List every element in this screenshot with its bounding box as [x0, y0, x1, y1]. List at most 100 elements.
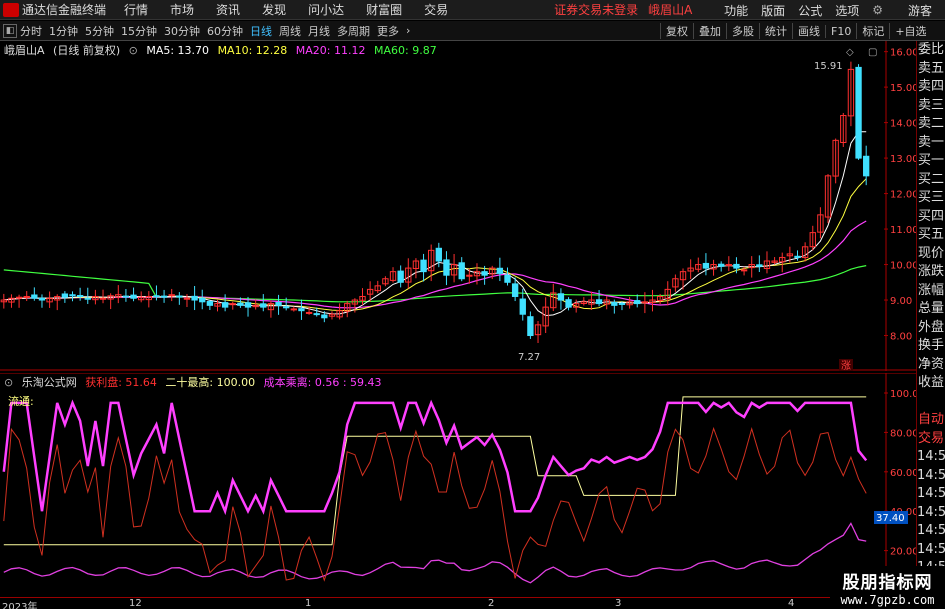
candle-body — [313, 313, 320, 316]
side-panel-item: 涨幅 — [917, 282, 944, 298]
candle-body — [443, 259, 450, 276]
indicator-tick-label: 60.00 — [890, 468, 916, 479]
period-tab[interactable]: 1分钟 — [49, 23, 78, 39]
watermark-title: 股朋指标网 — [842, 573, 933, 593]
menu-function[interactable]: 功能 — [724, 2, 748, 19]
menu-news[interactable]: 资讯 — [216, 1, 240, 18]
panel-toggle-icon[interactable]: ◧ — [3, 23, 17, 38]
side-panel-item[interactable]: 14:56 — [917, 485, 945, 504]
side-panel-item[interactable]: 14:56 — [917, 467, 945, 486]
side-panel-item[interactable]: 自动 — [917, 411, 945, 430]
period-tab-daily[interactable]: 日线 — [250, 23, 272, 39]
sub-s1-line — [3, 426, 867, 582]
period-tab[interactable]: 周线 — [279, 23, 301, 39]
menu-trade[interactable]: 交易 — [424, 1, 448, 18]
price-tick-label: 9.00 — [890, 296, 912, 307]
menu-options[interactable]: 选项 — [835, 2, 859, 19]
side-panel-item: 卖五 — [917, 60, 944, 76]
menu-formula[interactable]: 公式 — [798, 2, 822, 19]
candle-body — [153, 295, 160, 298]
period-tab[interactable]: 30分钟 — [164, 23, 200, 39]
period-tab[interactable]: 15分钟 — [121, 23, 157, 39]
indicator-svg[interactable]: 100.080.0060.0040.0020.00 37.40 — [0, 372, 919, 598]
s4-label: : 59.43 — [342, 376, 382, 389]
candle-body — [69, 294, 76, 297]
side-panel-item: 卖一 — [917, 134, 944, 150]
side-panel-item[interactable]: 14:56 — [917, 448, 945, 467]
candle-body — [160, 295, 168, 298]
kline-chart[interactable]: 16.00 15.00 14.00 13.00 12.00 11.00 10.00 9.00 8… — [0, 41, 919, 372]
ma20-label: MA20: 11.12 — [295, 44, 366, 57]
date-label: 2023年 — [2, 602, 38, 609]
side-panel-item: 买一 — [917, 153, 944, 168]
period-tab[interactable]: 5分钟 — [85, 23, 114, 39]
candle-body — [565, 299, 572, 308]
diamond-icon[interactable]: ◇ — [846, 47, 854, 58]
add-watchlist-button[interactable]: +自选 — [889, 23, 931, 39]
side-panel-item[interactable]: 14:56 — [917, 504, 945, 523]
candle-body — [527, 316, 534, 337]
candle-body — [290, 308, 297, 311]
multi-stock-button[interactable]: 多股 — [726, 23, 759, 39]
period-tab[interactable]: 60分钟 — [207, 23, 243, 39]
expand-icon[interactable]: ▢ — [868, 47, 877, 58]
menu-wealth-circle[interactable]: 财富圈 — [366, 1, 402, 18]
trading-terminal: 通达信金融终端 行情 市场 资讯 发现 问小达 财富圈 交易 证券交易未登录 峨… — [0, 0, 945, 609]
period-tab-more[interactable]: 更多 — [377, 23, 399, 39]
candle-body — [458, 262, 465, 280]
candle-body — [718, 263, 725, 267]
candle-body — [397, 270, 404, 283]
candle-body — [481, 271, 488, 276]
settings-circle-icon[interactable]: ⊙ — [129, 44, 138, 57]
sub-title: 乐淘公式网 — [21, 376, 77, 389]
candle-body — [733, 263, 740, 269]
ma5-label: MA5: 13.70 — [146, 44, 210, 57]
period-tab[interactable]: 月线 — [308, 23, 330, 39]
candle-body — [557, 293, 565, 301]
date-label: 1 — [305, 598, 312, 609]
menu-discover[interactable]: 发现 — [262, 1, 286, 18]
menu-market[interactable]: 市场 — [170, 1, 194, 18]
quote-side-panel: 委比 卖五 卖四 卖三 卖二 卖一 买一 买二 买三 买四 买五 现价 涨跌 涨幅 总量 外盘 换手 净资 收益 自动… — [916, 41, 945, 598]
side-panel-item: 买二 — [917, 171, 944, 187]
candle-body — [199, 297, 206, 303]
settings-circle-icon[interactable]: ⊙ — [4, 376, 13, 389]
sub-legend: ⊙ 乐淘公式网 获利盘: 51.64 二十最高: 100.00 成本乘离: 0.… — [4, 374, 387, 390]
side-panel-item: 换手 — [917, 338, 944, 353]
s2-label: 二十最高: 100.00 — [165, 376, 256, 389]
indicator-chart[interactable]: 100.080.0060.0040.0020.00 37.40 ⊙ 乐淘公式网 … — [0, 372, 919, 598]
stats-button[interactable]: 统计 — [759, 23, 792, 39]
login-warning[interactable]: 证券交易未登录 — [554, 1, 638, 18]
kline-svg[interactable]: 16.00 15.00 14.00 13.00 12.00 11.00 10.00 9.00 8… — [0, 41, 919, 372]
side-panel-item[interactable]: 14:56 — [917, 541, 945, 560]
f10-button[interactable]: F10 — [825, 24, 856, 38]
period-tab[interactable]: 分时 — [20, 23, 42, 39]
guest-label[interactable]: 游客 — [908, 2, 932, 19]
date-axis: 2023年 12 1 2 3 4 — [0, 597, 916, 609]
candle-body — [321, 314, 328, 319]
menu-market-quotes[interactable]: 行情 — [124, 1, 148, 18]
watermark-url: www.7gpzb.com — [840, 593, 935, 607]
draw-line-button[interactable]: 画线 — [792, 23, 825, 39]
side-panel-item[interactable]: 交易 — [917, 430, 945, 449]
chevron-right-icon[interactable]: › — [406, 24, 410, 37]
overlay-button[interactable]: 叠加 — [693, 23, 726, 39]
side-panel-item: 卖三 — [917, 97, 944, 113]
date-label: 2 — [488, 598, 495, 609]
candle-body — [23, 295, 30, 298]
max-price-label: 15.91 — [814, 61, 843, 72]
side-panel-item[interactable]: 14:56 — [917, 522, 945, 541]
mark-button[interactable]: 标记 — [856, 23, 889, 39]
candle-body — [244, 302, 252, 308]
candle-body — [305, 311, 313, 314]
candle-body — [511, 283, 519, 297]
menu-ask[interactable]: 问小达 — [308, 1, 344, 18]
date-label: 4 — [788, 598, 795, 609]
ma60-label: MA60: 9.87 — [374, 44, 437, 57]
tools-icon[interactable]: ⚙ — [872, 3, 883, 17]
menu-layout[interactable]: 版面 — [761, 2, 785, 19]
period-tab[interactable]: 多周期 — [337, 23, 370, 39]
candle-body — [76, 295, 84, 298]
candle-body — [634, 300, 641, 305]
adjust-button[interactable]: 复权 — [660, 23, 693, 39]
